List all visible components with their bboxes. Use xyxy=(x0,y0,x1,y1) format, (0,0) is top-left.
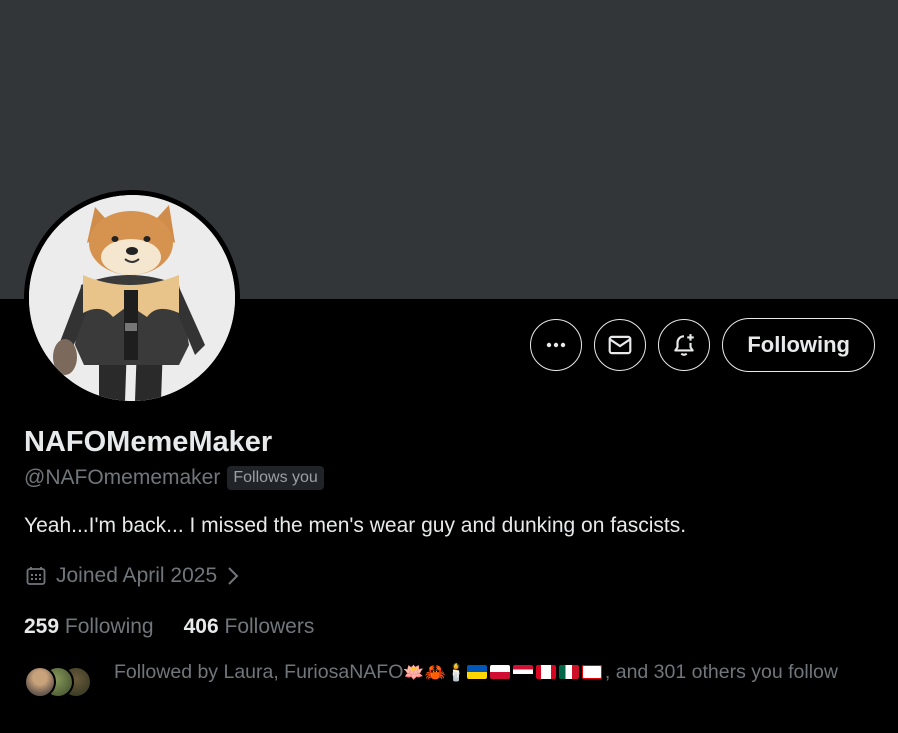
bell-plus-icon xyxy=(674,334,695,356)
followed-by-prefix: Followed by Laura, FuriosaNAFO xyxy=(114,661,404,683)
chevron-right-icon xyxy=(228,567,239,585)
profile-avatar[interactable] xyxy=(24,190,240,406)
followed-by[interactable]: Followed by Laura, FuriosaNAFO🪷🦀🕯️ , and … xyxy=(24,660,844,702)
profile-actions: Following xyxy=(530,318,875,372)
following-stat[interactable]: 259 Following xyxy=(24,615,154,639)
followers-label: Followers xyxy=(224,615,315,638)
canada-flag-icon xyxy=(535,665,556,679)
more-button[interactable] xyxy=(530,319,583,371)
follower-avatars xyxy=(24,666,104,702)
bio: Yeah...I'm back... I missed the men's we… xyxy=(24,514,687,537)
sudan-flag-icon xyxy=(512,665,533,679)
joined-date[interactable]: Joined April 2025 xyxy=(24,564,241,588)
greenland-flag-icon xyxy=(489,665,510,679)
ukraine-flag-icon xyxy=(466,665,487,679)
following-button[interactable]: Following xyxy=(722,318,875,372)
more-icon xyxy=(547,342,566,348)
following-count: 259 xyxy=(24,615,60,638)
avatar-image xyxy=(29,195,235,401)
handle-row: @NAFOmememaker Follows you xyxy=(24,466,324,490)
following-label: Following xyxy=(64,615,154,638)
handle: @NAFOmememaker xyxy=(24,466,221,489)
message-button[interactable] xyxy=(594,319,647,371)
followers-count: 406 xyxy=(183,615,219,638)
mexico-flag-icon xyxy=(558,665,579,679)
follower-avatar xyxy=(24,666,56,698)
follow-stats: 259 Following 406 Followers xyxy=(24,615,314,639)
calendar-icon xyxy=(26,567,46,585)
georgia-flag-icon xyxy=(581,665,602,679)
display-name: NAFOMemeMaker xyxy=(24,426,273,458)
notifications-button[interactable] xyxy=(658,319,711,371)
followers-stat[interactable]: 406 Followers xyxy=(184,615,315,639)
followed-by-suffix: , and 301 others you follow xyxy=(604,661,838,683)
followed-by-text: Followed by Laura, FuriosaNAFO🪷🦀🕯️ , and … xyxy=(114,660,844,685)
follows-you-badge: Follows you xyxy=(227,466,324,490)
mail-icon xyxy=(608,335,632,355)
followed-by-emoji: 🪷🦀🕯️ xyxy=(403,663,467,682)
joined-text: Joined April 2025 xyxy=(56,564,218,587)
